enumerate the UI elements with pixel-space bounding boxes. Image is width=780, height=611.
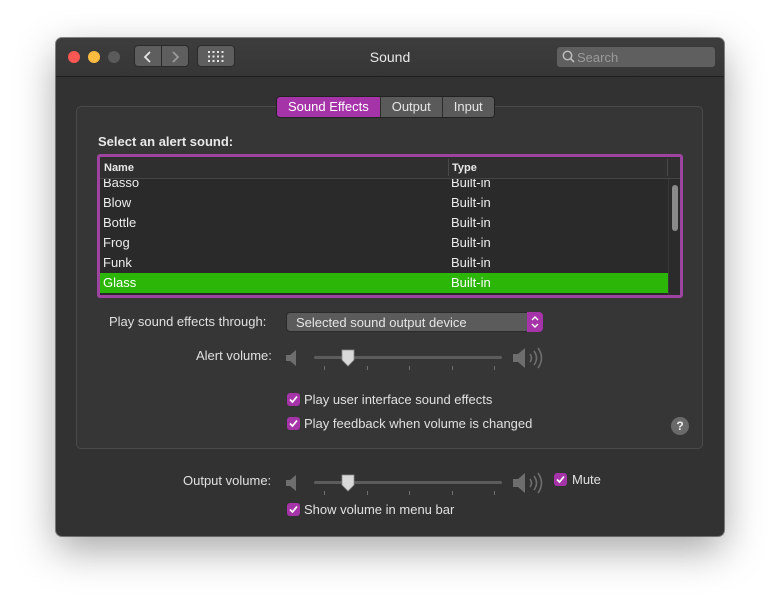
sound-preferences-window: Sound Sound Effects Output Input Select … [56, 38, 724, 536]
list-rows: Basso Built-in Blow Built-in Bottle Buil… [100, 179, 668, 295]
alert-sound-heading: Select an alert sound: [98, 134, 234, 149]
column-divider[interactable] [448, 159, 449, 176]
help-button[interactable]: ? [671, 417, 689, 435]
ui-sounds-label[interactable]: Play user interface sound effects [304, 392, 492, 407]
play-through-label: Play sound effects through: [109, 314, 267, 329]
list-scrollbar[interactable] [668, 179, 680, 295]
volume-feedback-label[interactable]: Play feedback when volume is changed [304, 416, 532, 431]
slider-tick [324, 491, 325, 495]
slider-tick [409, 491, 410, 495]
mute-label[interactable]: Mute [572, 472, 601, 487]
slider-tick [494, 491, 495, 495]
slider-tick [367, 491, 368, 495]
sound-name: Blow [103, 195, 132, 210]
alert-volume-label: Alert volume: [196, 348, 272, 363]
sound-name: Basso [103, 179, 140, 190]
list-item[interactable]: Frog Built-in [100, 233, 668, 253]
sound-name: Glass [103, 275, 137, 290]
slider-tick [452, 491, 453, 495]
list-item[interactable]: Basso Built-in [100, 179, 668, 193]
speaker-high-icon [513, 472, 543, 494]
sound-name: Funk [103, 255, 132, 270]
slider-tick [324, 366, 325, 370]
search-icon [562, 50, 575, 63]
list-item-selected[interactable]: Glass Built-in [100, 273, 668, 293]
column-divider [667, 159, 668, 176]
sound-type: Built-in [451, 195, 491, 210]
sound-type: Built-in [451, 255, 491, 270]
output-volume-label: Output volume: [183, 473, 272, 488]
play-through-value: Selected sound output device [296, 315, 467, 330]
slider-knob[interactable] [341, 349, 355, 367]
column-header-type[interactable]: Type [452, 162, 477, 174]
slider-tick [452, 366, 453, 370]
tab-bar: Sound Effects Output Input [276, 96, 495, 118]
output-volume-slider[interactable] [314, 473, 504, 495]
search-input[interactable] [577, 47, 707, 67]
list-header: Name Type [100, 157, 680, 179]
speaker-high-icon [513, 347, 543, 369]
checkmark-icon [289, 395, 298, 404]
speaker-low-icon [286, 350, 296, 366]
sound-name: Bottle [103, 215, 137, 230]
show-volume-menu-bar-checkbox[interactable] [287, 503, 300, 516]
volume-feedback-checkbox[interactable] [287, 417, 300, 430]
slider-tick [367, 366, 368, 370]
popup-arrows-icon [527, 312, 543, 332]
slider-knob[interactable] [341, 474, 355, 492]
slider-tick [494, 366, 495, 370]
checkmark-icon [556, 475, 565, 484]
alert-sound-list[interactable]: Name Type Basso Built-in Blow Built-in B… [97, 154, 683, 298]
sound-type: Built-in [451, 179, 491, 190]
list-item[interactable]: Funk Built-in [100, 253, 668, 273]
tab-sound-effects[interactable]: Sound Effects [277, 97, 381, 117]
alert-volume-slider[interactable] [314, 348, 504, 370]
tab-input[interactable]: Input [442, 97, 494, 117]
sound-type: Built-in [451, 215, 491, 230]
speaker-low-icon [286, 475, 296, 491]
title-bar: Sound [56, 38, 724, 77]
sound-name: Frog [103, 235, 130, 250]
sound-type: Built-in [451, 275, 491, 290]
play-through-popup[interactable]: Selected sound output device [286, 312, 543, 332]
search-field[interactable] [556, 46, 716, 68]
ui-sounds-checkbox[interactable] [287, 393, 300, 406]
list-item[interactable]: Bottle Built-in [100, 213, 668, 233]
checkmark-icon [289, 505, 298, 514]
scrollbar-thumb[interactable] [672, 185, 678, 231]
column-header-name[interactable]: Name [104, 162, 134, 174]
show-volume-menu-bar-label[interactable]: Show volume in menu bar [304, 502, 454, 517]
list-item[interactable]: Blow Built-in [100, 193, 668, 213]
slider-tick [409, 366, 410, 370]
checkmark-icon [289, 419, 298, 428]
sound-type: Built-in [451, 235, 491, 250]
mute-checkbox[interactable] [554, 473, 567, 486]
tab-output[interactable]: Output [380, 97, 443, 117]
